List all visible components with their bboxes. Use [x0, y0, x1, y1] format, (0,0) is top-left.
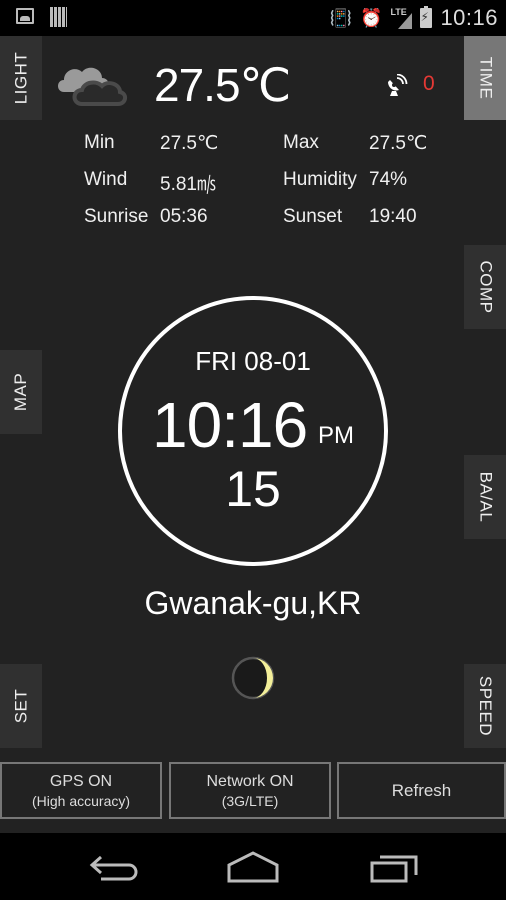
satellite-dish-icon	[388, 74, 408, 96]
current-temperature: 27.5℃	[154, 59, 291, 111]
humidity-label: Humidity	[283, 169, 357, 190]
vibrate-icon: 📳	[329, 8, 353, 28]
weather-row-sunrise-sunset: Sunrise 05:36 Sunset 19:40	[84, 206, 444, 243]
weather-row-min-max: Min 27.5℃ Max 27.5℃	[84, 132, 444, 169]
gps-button-sublabel: (High accuracy)	[31, 792, 131, 809]
tab-baal-label: BA/AL	[476, 471, 496, 523]
network-button[interactable]: Network ON (3G/LTE)	[169, 762, 331, 819]
min-value: 27.5℃	[160, 133, 219, 154]
refresh-button[interactable]: Refresh	[337, 762, 506, 819]
tab-time[interactable]: TIME	[464, 36, 506, 120]
battery-charging-icon	[420, 6, 433, 28]
wind-value: 5.81㎧	[160, 174, 216, 195]
clock-seconds: 15	[225, 461, 281, 517]
max-label: Max	[283, 132, 319, 153]
recent-apps-icon	[370, 855, 418, 883]
signal-icon: LTE	[390, 7, 413, 29]
image-notification-icon	[16, 8, 34, 24]
tab-set-label: SET	[11, 688, 30, 724]
tab-map-label: MAP	[11, 372, 30, 412]
min-label: Min	[84, 132, 115, 153]
network-button-sublabel: (3G/LTE)	[221, 792, 279, 809]
alarm-icon: ⏰	[360, 8, 383, 28]
tab-speed-label: SPEED	[476, 675, 496, 737]
tab-time-label: TIME	[476, 56, 496, 100]
recent-apps-button[interactable]	[366, 845, 426, 885]
network-button-label: Network ON	[206, 772, 294, 790]
tab-comp[interactable]: COMP	[464, 245, 506, 329]
app-main: LIGHT MAP SET TIME COMP BA/AL SPEED 27.5…	[0, 36, 506, 833]
barcode-notification-icon	[50, 7, 67, 27]
home-icon	[227, 851, 279, 883]
gps-button-label: GPS ON	[49, 772, 113, 790]
sunset-value: 19:40	[369, 206, 417, 227]
sunrise-label: Sunrise	[84, 206, 149, 227]
clock-date: FRI 08-01	[195, 346, 311, 376]
status-bar: 📳 ⏰ LTE 10:16	[0, 0, 506, 36]
moon-phase-icon	[231, 656, 275, 700]
weather-details: Min 27.5℃ Max 27.5℃ Wind 5.81㎧ Humidity …	[84, 132, 444, 243]
tab-light[interactable]: LIGHT	[0, 36, 42, 120]
clock-time: 10:16	[152, 389, 308, 461]
clock-ampm: PM	[318, 422, 354, 449]
clock-face: FRI 08-01 10:16 PM 15	[118, 296, 388, 566]
max-value: 27.5℃	[369, 133, 428, 154]
location-label: Gwanak-gu,KR	[144, 585, 362, 621]
back-icon	[89, 855, 138, 881]
weather-row-wind-humidity: Wind 5.81㎧ Humidity 74%	[84, 169, 444, 206]
tab-map[interactable]: MAP	[0, 350, 42, 434]
cloudy-icon	[58, 67, 127, 106]
home-button[interactable]	[223, 845, 283, 885]
navigation-bar	[0, 833, 506, 900]
bottom-button-row: GPS ON (High accuracy) Network ON (3G/LT…	[0, 762, 506, 819]
wind-label: Wind	[84, 169, 128, 190]
back-button[interactable]	[83, 845, 143, 885]
gps-button[interactable]: GPS ON (High accuracy)	[0, 762, 162, 819]
tab-speed[interactable]: SPEED	[464, 664, 506, 748]
humidity-value: 74%	[369, 169, 408, 190]
sunset-label: Sunset	[283, 206, 343, 227]
tab-set[interactable]: SET	[0, 664, 42, 748]
tab-baal[interactable]: BA/AL	[464, 455, 506, 539]
refresh-button-label: Refresh	[391, 780, 452, 800]
sunrise-value: 05:36	[160, 206, 208, 227]
status-time: 10:16	[440, 5, 498, 30]
satellite-count: 0	[423, 72, 435, 95]
tab-comp-label: COMP	[476, 260, 495, 314]
tab-light-label: LIGHT	[11, 51, 30, 105]
